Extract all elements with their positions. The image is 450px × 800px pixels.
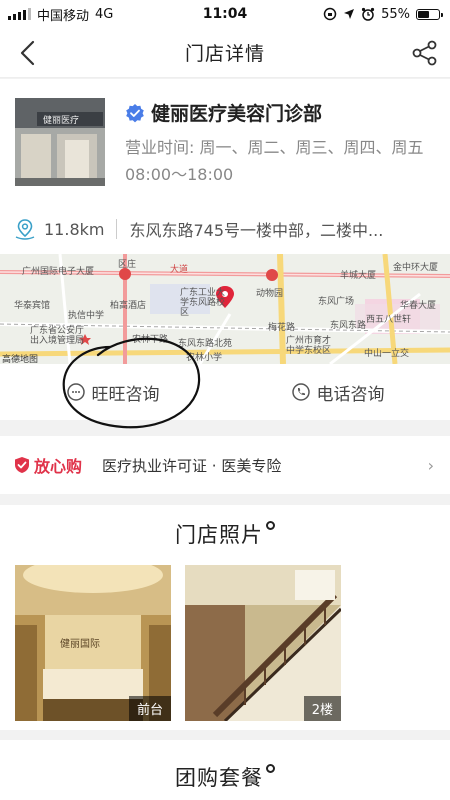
phone-icon [291, 383, 310, 401]
location-pin-icon [15, 219, 35, 240]
battery-percent: 55% [381, 6, 410, 22]
map-label: 东风东路 [330, 321, 367, 331]
shield-check-icon [15, 457, 29, 473]
map-label: 广东工业大学东风路校区 [180, 288, 226, 318]
map-view[interactable]: 广州国际电子大厦 区庄 羊城大厦 金中环大厦 华泰宾馆 柏高酒店 广东工业大学东… [0, 254, 450, 364]
guarantee-title: 放心购 [34, 457, 83, 476]
group-buy-title: 团购套餐 [0, 762, 450, 792]
map-label: 羊城大厦 [340, 271, 377, 281]
chevron-left-icon [20, 40, 35, 66]
map-attribution: 高德地图 [2, 355, 39, 364]
store-name-row: 健丽医疗美容门诊部 [125, 99, 322, 126]
location-arrow-icon [344, 9, 355, 19]
title-dot-icon [266, 521, 275, 530]
distance-label: 11.8km [44, 219, 105, 239]
map-label: 东风东路北苑 [178, 339, 233, 349]
phone-label: 电话咨询 [316, 384, 385, 405]
map-label: 广州国际电子大厦 [22, 267, 95, 277]
store-name: 健丽医疗美容门诊部 [151, 103, 323, 125]
contact-actions: 旺旺咨询 电话咨询 [0, 364, 450, 420]
map-label: 东风广场 [318, 297, 355, 307]
hours-days: 周一、周二、周三、周四、周五 [199, 138, 424, 157]
alarm-icon [361, 7, 375, 21]
hours-label: 营业时间: [125, 138, 195, 157]
phone-consult-button[interactable]: 电话咨询 [225, 364, 450, 420]
status-right: 55% [323, 6, 443, 22]
photos-title-text: 门店照片 [175, 523, 263, 547]
verified-badge-icon [126, 103, 144, 122]
rotation-lock-icon [323, 7, 337, 21]
share-icon [412, 40, 437, 66]
map-label: 农林小学 [186, 353, 223, 363]
store-info-card: 健丽医疗 健丽医疗美容门诊部 营业时间: 周一、周二、周三、周四、周五 08:0… [0, 79, 450, 420]
photo-tag: 2楼 [303, 696, 341, 721]
map-label: 农林下路 [132, 335, 169, 345]
page-title: 门店详情 [184, 43, 265, 65]
map-label: 区庄 [118, 260, 137, 270]
photo-reception[interactable]: 健丽国际 前台 [15, 565, 171, 721]
map-label: 大道 [170, 265, 189, 275]
map-label: 广州市育才中学东校区 [286, 336, 332, 356]
map-label: 广东省公安厅出入境管理局 [30, 326, 85, 346]
address-row[interactable]: 11.8km 东风东路745号一楼中部，二楼中... [0, 211, 450, 247]
hours-time: 08:00～18:00 [125, 165, 234, 184]
photos-section-title: 门店照片 [0, 519, 450, 549]
map-label: 动物园 [256, 289, 284, 299]
store-sign-text: 健丽医疗 [43, 114, 79, 126]
map-label: 柏高酒店 [110, 301, 147, 311]
wangwang-consult-button[interactable]: 旺旺咨询 [0, 364, 225, 420]
store-detail-page: 中国移动 4G 11:04 55% 门店详情 健丽医疗 健丽医疗美容门诊部 营业… [0, 0, 450, 800]
map-label: 中山一立交 [364, 349, 410, 359]
group-buy-title-text: 团购套餐 [175, 766, 263, 790]
business-hours: 营业时间: 周一、周二、周三、周四、周五 08:00～18:00 [125, 134, 425, 188]
photo-second-floor[interactable]: 2楼 [185, 565, 341, 721]
wangwang-label: 旺旺咨询 [91, 384, 160, 405]
map-label: 执信中学 [68, 311, 105, 321]
photo-tag: 前台 [128, 696, 171, 721]
nav-bar: 门店详情 [0, 28, 450, 78]
group-buy-section: 团购套餐 [0, 740, 450, 800]
address-text: 东风东路745号一楼中部，二楼中... [129, 221, 384, 240]
map-label: 梅花路 [268, 323, 296, 333]
guarantee-desc: 医疗执业许可证 · 医美专险 [102, 456, 282, 475]
battery-fill [418, 10, 429, 18]
battery-icon [416, 8, 443, 20]
store-thumbnail[interactable]: 健丽医疗 [15, 98, 105, 186]
map-label: 金中环大厦 [393, 263, 439, 273]
chevron-right-icon: › [427, 456, 434, 475]
map-label: 华泰宾馆 [14, 301, 51, 311]
status-bar: 中国移动 4G 11:04 55% [0, 0, 450, 28]
chat-bubble-icon [66, 383, 85, 401]
guarantee-row[interactable]: 放心购 医疗执业许可证 · 医美专险 › [0, 436, 450, 494]
reception-sign-text: 健丽国际 [60, 638, 100, 650]
back-button[interactable] [12, 38, 42, 68]
store-photos-section: 门店照片 健丽国际 前台 2楼 [0, 505, 450, 730]
store-front-image: 健丽医疗 [15, 98, 105, 186]
map-label: 西五八世轩 [366, 315, 412, 325]
share-button[interactable] [410, 38, 440, 68]
title-dot-icon [266, 764, 275, 773]
divider [116, 219, 118, 239]
map-label: 华春大厦 [400, 301, 437, 311]
